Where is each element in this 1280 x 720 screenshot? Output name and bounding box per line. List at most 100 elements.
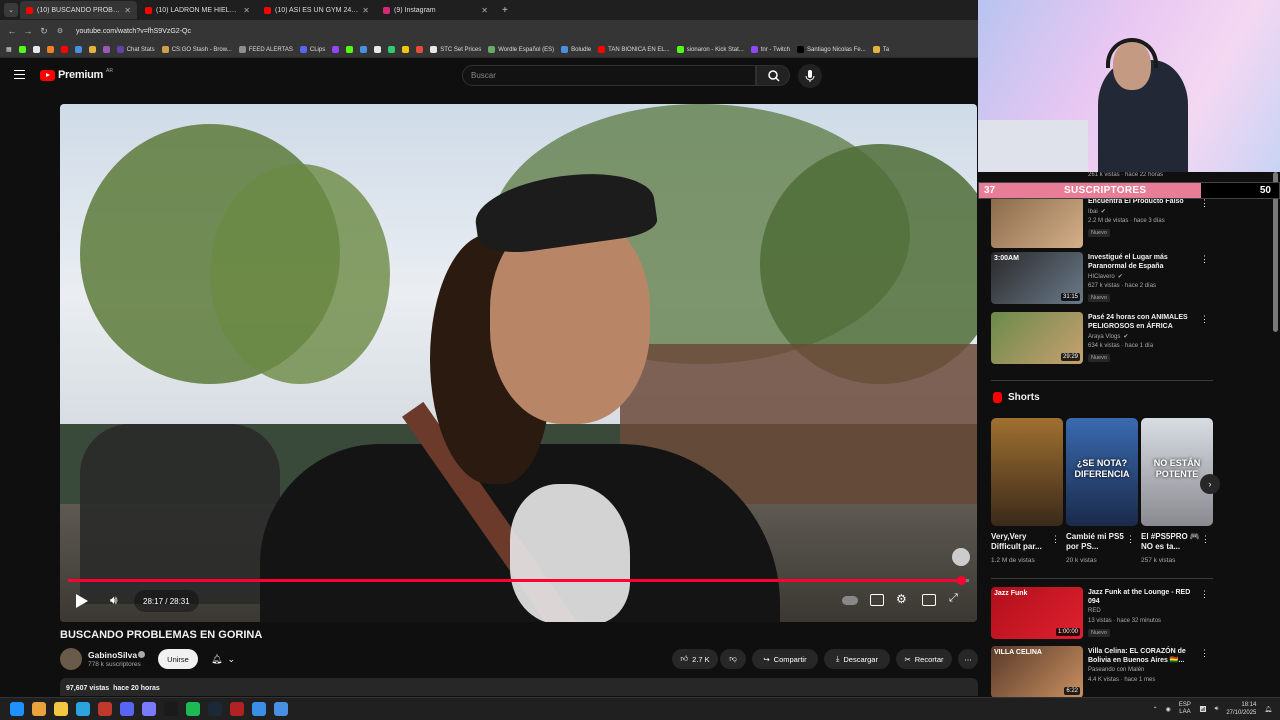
channel-name[interactable]: Araya Vlogs ✔ [1088, 333, 1128, 340]
short-thumbnail[interactable]: ¿SE NOTA? DIFERENCIA [1066, 418, 1138, 526]
bookmark-item[interactable]: CS:GO Stash - Brow... [161, 46, 232, 53]
browser-tab[interactable]: (10) LADRÓN ME HIELA LA SAN✕ [139, 1, 256, 19]
bookmark-item[interactable]: TAN BIONICA EN EL... [598, 46, 670, 53]
short-title[interactable]: El #PS5PRO 🎮 NO es ta... [1141, 532, 1201, 552]
video-thumbnail[interactable] [991, 196, 1083, 248]
bookmark-item[interactable]: Santiago Nicolas Fe... [797, 46, 866, 53]
search-input[interactable]: Buscar [462, 65, 756, 86]
close-tab-icon[interactable]: ✕ [362, 6, 369, 15]
video-title[interactable]: Villa Celina: EL CORAZÓN de Bolivia en B… [1088, 647, 1200, 665]
spotify-icon[interactable] [186, 702, 200, 716]
back-icon[interactable]: ← [4, 26, 20, 36]
description-box[interactable]: 97,607 vistas hace 20 horas [60, 678, 978, 696]
app-icon[interactable] [142, 702, 156, 716]
short-title[interactable]: Cambié mi PS5 por PS... [1066, 532, 1126, 552]
chevron-up-icon[interactable]: ⌃ [1153, 706, 1158, 713]
bookmark-item[interactable]: Chat Stats [116, 46, 155, 53]
language-indicator[interactable]: ESP LAA [1179, 702, 1191, 716]
chrome-icon[interactable] [32, 702, 46, 716]
channel-watermark-icon[interactable] [952, 548, 970, 566]
site-info-icon[interactable]: ⚙ [52, 27, 68, 35]
channel-name[interactable]: RED [1088, 608, 1101, 614]
more-vert-icon[interactable]: ⋮ [1201, 534, 1210, 545]
more-vert-icon[interactable]: ⋮ [1200, 589, 1209, 600]
video-title[interactable]: Investigué el Lugar más Paranormal de Es… [1088, 253, 1200, 271]
voice-search-button[interactable] [798, 64, 822, 88]
volume-tray-icon[interactable]: 🔊︎ [1215, 706, 1219, 713]
windows-start-icon[interactable] [10, 702, 24, 716]
tab-search-icon[interactable]: ⌄ [4, 3, 18, 17]
volume-icon[interactable]: 🔊︎ [110, 593, 118, 608]
chevron-right-icon[interactable]: › [1200, 474, 1220, 494]
autoplay-toggle-icon[interactable] [842, 596, 858, 605]
bookmark-item[interactable] [32, 46, 40, 53]
video-thumbnail[interactable]: 29:29 [991, 312, 1083, 364]
bookmark-item[interactable] [18, 46, 26, 53]
video-title[interactable]: Pasé 24 horas con ANIMALES PELIGROSOS en… [1088, 313, 1200, 331]
bookmark-item[interactable] [60, 46, 68, 53]
notifications-icon[interactable]: 🔔︎ [1264, 706, 1272, 713]
more-vert-icon[interactable]: ⋮ [1200, 314, 1209, 325]
miniplayer-icon[interactable] [922, 594, 936, 606]
browser-tab[interactable]: (9) Instagram ✕ [377, 1, 494, 19]
recommended-video[interactable]: 29:29 Pasé 24 horas con ANIMALES PELIGROS… [991, 312, 1215, 364]
bookmark-item[interactable] [416, 46, 424, 53]
recommended-video[interactable]: 3:00AM 31:15 Investigué el Lugar más Paran… [991, 252, 1215, 304]
channel-name[interactable]: Ibai ✔ [1088, 208, 1106, 215]
join-button[interactable]: Unirse [158, 649, 198, 669]
bookmark-item[interactable]: tnr - Twitch [750, 46, 790, 53]
dislike-button[interactable]: 👎︎ [720, 649, 746, 669]
recommended-video[interactable]: Jazz Funk 1:00:00 Jazz Funk at the Lounge … [991, 587, 1215, 639]
apps-icon[interactable]: ▦ [6, 46, 12, 53]
video-player[interactable]: 🔊︎ 28:17 / 28:31 ⚙ ⤢ [60, 104, 977, 622]
play-icon[interactable] [76, 594, 88, 608]
youtube-premium-logo[interactable]: Premium AR [40, 68, 113, 81]
more-vert-icon[interactable]: ⋮ [1126, 534, 1135, 545]
bookmark-item[interactable]: STC Set Prices [430, 46, 481, 53]
browser-tab[interactable]: (10) BUSCANDO PROBLEMAS E ✕ [20, 1, 137, 19]
video-title[interactable]: Jazz Funk at the Lounge - RED 094 [1088, 588, 1200, 606]
more-vert-icon[interactable]: ⋮ [1200, 648, 1209, 659]
terminal-icon[interactable] [164, 702, 178, 716]
clip-button[interactable]: ✂ Recortar [896, 649, 952, 669]
url-field[interactable]: youtube.com/watch?v=fhS9VzG2-Qc [76, 28, 191, 35]
download-button[interactable]: ⤓ Descargar [824, 649, 890, 669]
browser-tab[interactable]: (10) ASÍ ES UN GYM 24 HORAS✕ [258, 1, 375, 19]
bookmark-item[interactable]: FEED ALERTAS [238, 46, 293, 53]
channel-name[interactable]: Paseando con Malén [1088, 667, 1144, 673]
short-thumbnail[interactable]: NO ESTÁN POTENTE [1141, 418, 1213, 526]
bookmark-item[interactable] [346, 46, 354, 53]
short-title[interactable]: Very,Very Difficult par... [991, 532, 1051, 552]
bookmark-item[interactable] [88, 46, 96, 53]
bookmark-item[interactable] [332, 46, 340, 53]
bookmark-item[interactable] [402, 46, 410, 53]
new-tab-button[interactable]: + [502, 5, 508, 16]
wifi-icon[interactable]: 📶︎ [1199, 706, 1207, 713]
app3-icon[interactable] [274, 702, 288, 716]
bookmark-item[interactable]: sionaron - Kick Stat... [676, 46, 744, 53]
discord-icon[interactable] [120, 702, 134, 716]
bookmark-item[interactable] [74, 46, 82, 53]
telegram-icon[interactable] [76, 702, 90, 716]
vscode-icon[interactable] [252, 702, 266, 716]
recommended-video[interactable]: Encuentra El Producto Falso Ibai ✔ 2.2 M de… [991, 196, 1215, 248]
more-vert-icon[interactable]: ⋮ [1051, 534, 1060, 545]
channel-name[interactable]: HIClavero ✔ [1088, 273, 1123, 280]
channel-name[interactable]: GabinoSilva [88, 650, 137, 660]
bookmark-item[interactable] [102, 46, 110, 53]
file-explorer-icon[interactable] [54, 702, 68, 716]
bookmark-item[interactable]: Ta [872, 46, 889, 53]
bookmark-item[interactable]: Boludle [561, 46, 591, 53]
like-button[interactable]: 👍︎ 2.7 K [672, 649, 718, 669]
bookmark-item[interactable]: Wordle Español (ES) [488, 46, 554, 53]
bookmark-item[interactable] [46, 46, 54, 53]
bookmark-item[interactable]: CLips [299, 46, 325, 53]
subtitles-icon[interactable] [870, 594, 884, 606]
bookmark-item[interactable] [388, 46, 396, 53]
close-tab-icon[interactable]: ✕ [243, 6, 250, 15]
progress-bar[interactable] [68, 576, 969, 585]
settings-gear-icon[interactable]: ⚙ [896, 592, 907, 606]
short-thumbnail[interactable] [991, 418, 1063, 526]
close-tab-icon[interactable]: ✕ [124, 6, 131, 15]
app2-icon[interactable] [230, 702, 244, 716]
